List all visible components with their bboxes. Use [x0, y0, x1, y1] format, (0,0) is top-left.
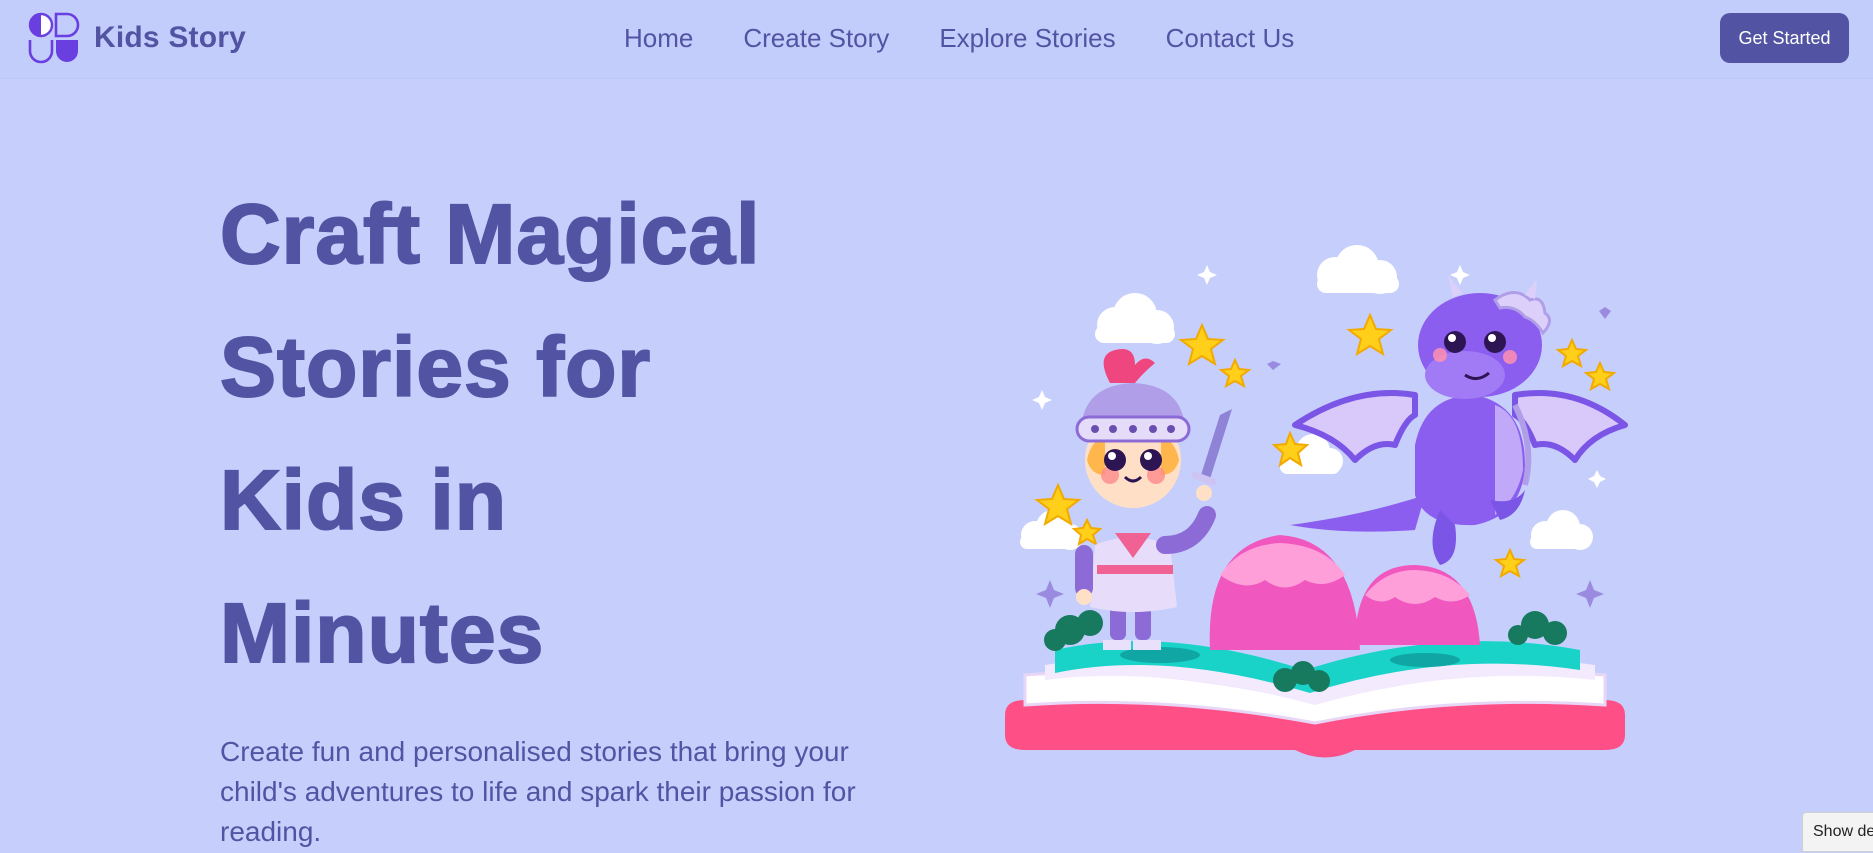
page: Kids Story Home Create Story Explore Sto… [0, 0, 1873, 853]
knight-dragon-storybook-illustration [1005, 245, 1628, 758]
brand-name: Kids Story [94, 21, 247, 54]
open-book-icon [1005, 641, 1625, 758]
hero-subtitle: Create fun and personalised stories that… [220, 732, 920, 852]
nav-create-story[interactable]: Create Story [743, 20, 889, 56]
nav-contact-us[interactable]: Contact Us [1166, 20, 1295, 56]
nav-home[interactable]: Home [624, 20, 693, 56]
kids-story-logo-icon [28, 12, 80, 64]
navbar: Kids Story Home Create Story Explore Sto… [0, 0, 1873, 78]
hero-subtitle-line: reading. [220, 816, 322, 847]
get-started-button[interactable]: Get Started [1720, 13, 1849, 63]
hero-title-line: Craft Magical [219, 186, 761, 282]
hero-subtitle-line: Create fun and personalised stories that… [220, 736, 849, 767]
nav-explore-stories[interactable]: Explore Stories [939, 20, 1115, 56]
brand-link[interactable]: Kids Story [28, 12, 247, 64]
show-desktop-tab[interactable]: Show des [1802, 812, 1873, 852]
hero-title: Craft Magical Stories for Kids in Minute… [219, 168, 920, 700]
hero-title-line: Minutes [219, 585, 545, 681]
knight-icon [1075, 349, 1232, 650]
main-nav: Home Create Story Explore Stories Contac… [624, 20, 1344, 56]
hero-title-line: Kids in [219, 452, 508, 548]
hero-subtitle-line: child's adventures to life and spark the… [220, 776, 856, 807]
hero-title-line: Stories for [219, 319, 652, 415]
